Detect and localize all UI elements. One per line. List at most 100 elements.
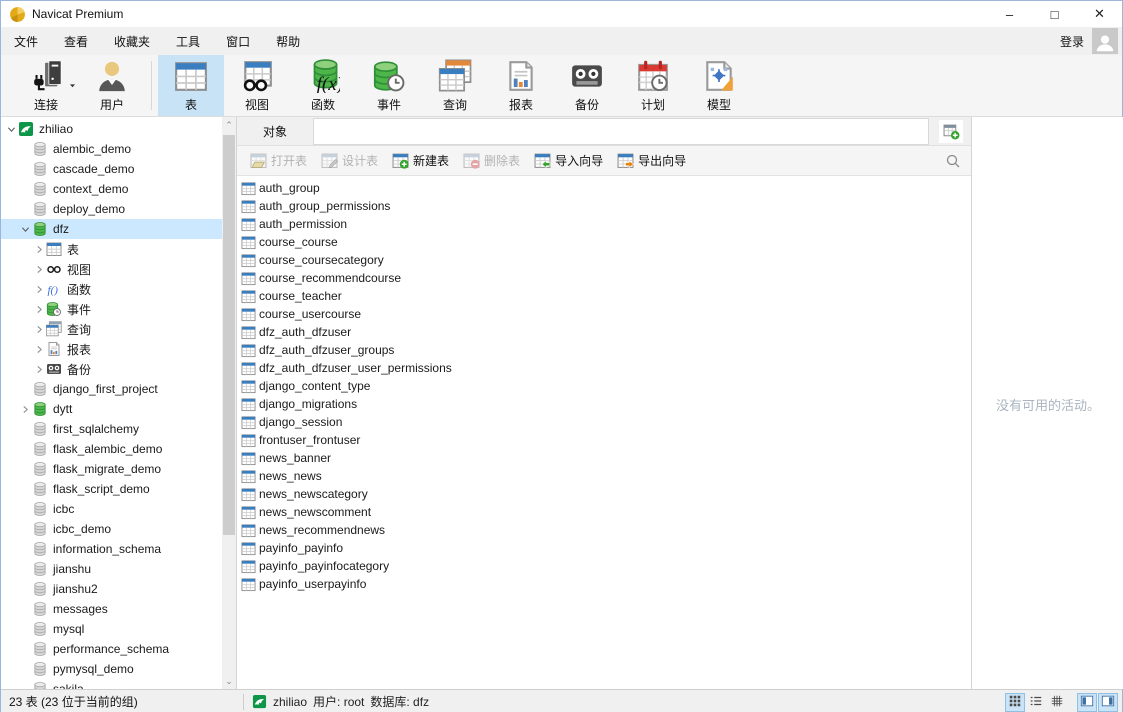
chevron-right-icon[interactable] <box>33 343 46 356</box>
toolbar-backup-big-button[interactable]: 备份 <box>554 55 620 116</box>
delete-table-button[interactable]: 删除表 <box>456 149 527 172</box>
tree-item-报表[interactable]: 报表 <box>1 339 223 359</box>
toolbar-table-big-button[interactable]: 表 <box>158 55 224 116</box>
new-table-button[interactable]: 新建表 <box>385 149 456 172</box>
tree-item-django_first_project[interactable]: django_first_project <box>1 379 223 399</box>
tree-item-pymysql_demo[interactable]: pymysql_demo <box>1 659 223 679</box>
table-row[interactable]: news_news <box>237 467 971 485</box>
tree-item-zhiliao[interactable]: zhiliao <box>1 119 223 139</box>
table-row[interactable]: payinfo_payinfo <box>237 539 971 557</box>
chevron-right-icon[interactable] <box>33 243 46 256</box>
table-row[interactable]: course_teacher <box>237 287 971 305</box>
toolbar-view-big-button[interactable]: 视图 <box>224 55 290 116</box>
menu-item-0[interactable]: 文件 <box>1 29 51 54</box>
tree-item-alembic_demo[interactable]: alembic_demo <box>1 139 223 159</box>
table-row[interactable]: dfz_auth_dfzuser <box>237 323 971 341</box>
menu-item-3[interactable]: 工具 <box>163 29 213 54</box>
tree-item-deploy_demo[interactable]: deploy_demo <box>1 199 223 219</box>
import-wizard-button[interactable]: 导入向导 <box>527 149 610 172</box>
toolbar-connection-button[interactable]: 连接 <box>13 55 79 116</box>
tree-item-函数[interactable]: f()函数 <box>1 279 223 299</box>
tree-item-messages[interactable]: messages <box>1 599 223 619</box>
tree-item-视图[interactable]: 视图 <box>1 259 223 279</box>
user-avatar[interactable] <box>1092 28 1118 54</box>
table-row[interactable]: payinfo_payinfocategory <box>237 557 971 575</box>
tree-item-context_demo[interactable]: context_demo <box>1 179 223 199</box>
toggle-left-panel-button[interactable] <box>1077 693 1097 712</box>
tree-item-jianshu[interactable]: jianshu <box>1 559 223 579</box>
toggle-right-panel-button[interactable] <box>1098 693 1118 712</box>
toolbar-user-button[interactable]: 用户 <box>79 55 145 116</box>
list-view-button[interactable] <box>1026 693 1046 712</box>
tab-objects[interactable]: 对象 <box>237 117 313 146</box>
menu-item-2[interactable]: 收藏夹 <box>101 29 163 54</box>
toolbar-query-big-button[interactable]: 查询 <box>422 55 488 116</box>
detail-view-button[interactable] <box>1047 693 1067 712</box>
table-row[interactable]: dfz_auth_dfzuser_user_permissions <box>237 359 971 377</box>
chevron-right-icon[interactable] <box>19 403 32 416</box>
tree-item-first_sqlalchemy[interactable]: first_sqlalchemy <box>1 419 223 439</box>
close-button[interactable]: ✕ <box>1077 1 1122 27</box>
tree-item-查询[interactable]: 查询 <box>1 319 223 339</box>
menu-item-4[interactable]: 窗口 <box>213 29 263 54</box>
chevron-right-icon[interactable] <box>33 323 46 336</box>
export-wizard-button[interactable]: 导出向导 <box>610 149 693 172</box>
table-row[interactable]: auth_group_permissions <box>237 197 971 215</box>
tree-item-表[interactable]: 表 <box>1 239 223 259</box>
toolbar-report-big-button[interactable]: 报表 <box>488 55 554 116</box>
table-row[interactable]: news_newscomment <box>237 503 971 521</box>
tree-item-mysql[interactable]: mysql <box>1 619 223 639</box>
sidebar-scrollbar[interactable]: ⌃ ⌄ <box>222 117 236 689</box>
table-row[interactable]: django_session <box>237 413 971 431</box>
table-row[interactable]: django_migrations <box>237 395 971 413</box>
open-table-button[interactable]: 打开表 <box>243 149 314 172</box>
toolbar-schedule-big-button[interactable]: 计划 <box>620 55 686 116</box>
table-row[interactable]: course_recommendcourse <box>237 269 971 287</box>
table-row[interactable]: news_banner <box>237 449 971 467</box>
tree-item-flask_alembic_demo[interactable]: flask_alembic_demo <box>1 439 223 459</box>
tree-item-performance_schema[interactable]: performance_schema <box>1 639 223 659</box>
design-table-button[interactable]: 设计表 <box>314 149 385 172</box>
table-row[interactable]: news_recommendnews <box>237 521 971 539</box>
tree-item-icbc_demo[interactable]: icbc_demo <box>1 519 223 539</box>
tree-item-jianshu2[interactable]: jianshu2 <box>1 579 223 599</box>
chevron-down-icon[interactable] <box>19 223 32 236</box>
maximize-button[interactable]: □ <box>1032 1 1077 27</box>
tree-item-flask_script_demo[interactable]: flask_script_demo <box>1 479 223 499</box>
table-row[interactable]: course_coursecategory <box>237 251 971 269</box>
table-row[interactable]: frontuser_frontuser <box>237 431 971 449</box>
table-row[interactable]: auth_permission <box>237 215 971 233</box>
chevron-down-icon[interactable] <box>5 123 18 136</box>
tree-item-dfz[interactable]: dfz <box>1 219 223 239</box>
toolbar-event-big-button[interactable]: 事件 <box>356 55 422 116</box>
tree-item-sakila[interactable]: sakila <box>1 679 223 689</box>
table-row[interactable]: dfz_auth_dfzuser_groups <box>237 341 971 359</box>
menu-item-5[interactable]: 帮助 <box>263 29 313 54</box>
caret-down-icon[interactable] <box>68 79 77 88</box>
table-row[interactable]: course_course <box>237 233 971 251</box>
scroll-down-icon[interactable]: ⌄ <box>222 673 236 689</box>
table-row[interactable]: django_content_type <box>237 377 971 395</box>
search-icon[interactable] <box>945 153 961 169</box>
toolbar-model-big-button[interactable]: 模型 <box>686 55 752 116</box>
tree-item-dytt[interactable]: dytt <box>1 399 223 419</box>
chevron-right-icon[interactable] <box>33 303 46 316</box>
scroll-up-icon[interactable]: ⌃ <box>222 117 236 133</box>
table-row[interactable]: auth_group <box>237 179 971 197</box>
tree-item-flask_migrate_demo[interactable]: flask_migrate_demo <box>1 459 223 479</box>
toolbar-function-big-button[interactable]: f(x)函数 <box>290 55 356 116</box>
chevron-right-icon[interactable] <box>33 363 46 376</box>
tree-item-information_schema[interactable]: information_schema <box>1 539 223 559</box>
chevron-right-icon[interactable] <box>33 263 46 276</box>
table-row[interactable]: news_newscategory <box>237 485 971 503</box>
tree-item-cascade_demo[interactable]: cascade_demo <box>1 159 223 179</box>
new-query-tab-button[interactable] <box>939 120 963 143</box>
table-row[interactable]: course_usercourse <box>237 305 971 323</box>
grid-view-button[interactable] <box>1005 693 1025 712</box>
tree-item-备份[interactable]: 备份 <box>1 359 223 379</box>
table-row[interactable]: payinfo_userpayinfo <box>237 575 971 593</box>
minimize-button[interactable]: – <box>987 1 1032 27</box>
chevron-right-icon[interactable] <box>33 283 46 296</box>
tree-item-icbc[interactable]: icbc <box>1 499 223 519</box>
tree-item-事件[interactable]: 事件 <box>1 299 223 319</box>
